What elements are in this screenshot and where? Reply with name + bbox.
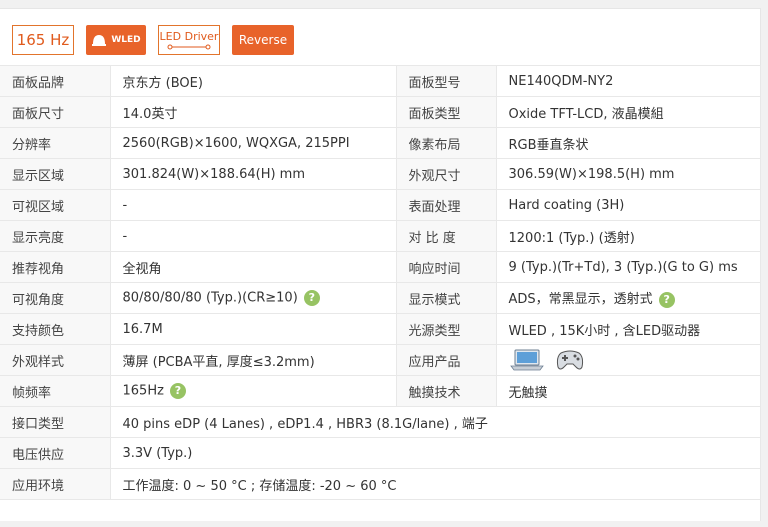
spec-key: 电压供应 xyxy=(0,437,111,469)
spec-value: ADS，常黑显示，透射式 xyxy=(508,292,653,308)
table-row: 面板品牌 京东方 (BOE) 面板型号 NE140QDM-NY2 xyxy=(0,65,761,97)
refresh-rate-badge: 165 Hz xyxy=(12,25,74,55)
spec-key: 光源类型 xyxy=(396,313,497,345)
table-row: 显示亮度 - 对 比 度 1200:1 (Typ.) (透射) xyxy=(0,220,761,252)
reverse-badge: Reverse xyxy=(232,25,294,55)
spec-key: 面板型号 xyxy=(396,65,497,97)
led-driver-badge-label: LED Driver xyxy=(159,30,219,43)
spec-value: 301.824(W)×188.64(H) mm xyxy=(110,158,397,190)
spec-value: 薄屏 (PCBA平直, 厚度≤3.2mm) xyxy=(110,344,397,376)
spec-value: 9 (Typ.)(Tr+Td), 3 (Typ.)(G to G) ms xyxy=(496,251,761,283)
spec-value: 40 pins eDP (4 Lanes) , eDP1.4 , HBR3 (8… xyxy=(110,406,761,438)
spec-key: 帧频率 xyxy=(0,375,111,407)
driver-line-icon xyxy=(167,44,211,50)
spec-value-cell: 165Hz? xyxy=(110,375,397,407)
reverse-badge-label: Reverse xyxy=(238,33,288,47)
gamepad-icon[interactable] xyxy=(555,347,585,373)
spec-key: 表面处理 xyxy=(396,189,497,221)
spec-value: 全视角 xyxy=(110,251,397,283)
table-row: 可视区域 - 表面处理 Hard coating (3H) xyxy=(0,189,761,221)
spec-key: 应用产品 xyxy=(396,344,497,376)
help-icon[interactable]: ? xyxy=(303,290,320,306)
spec-value: NE140QDM-NY2 xyxy=(496,65,761,97)
help-icon[interactable]: ? xyxy=(658,291,675,308)
spec-value: RGB垂直条状 xyxy=(496,127,761,159)
spec-key: 接口类型 xyxy=(0,406,111,438)
spec-value-cell: 80/80/80/80 (Typ.)(CR≥10)? xyxy=(110,282,397,314)
laptop-icon[interactable] xyxy=(509,348,545,372)
feature-badges: 165 Hz WLED LED Driver Reverse xyxy=(12,23,306,57)
spec-key: 可视区域 xyxy=(0,189,111,221)
spec-value: WLED , 15K小时 , 含LED驱动器 xyxy=(496,313,761,345)
table-row: 电压供应 3.3V (Typ.) xyxy=(0,437,761,469)
spec-key: 应用环境 xyxy=(0,468,111,500)
spec-key: 对 比 度 xyxy=(396,220,497,252)
table-row: 显示区域 301.824(W)×188.64(H) mm 外观尺寸 306.59… xyxy=(0,158,761,190)
spec-value: 80/80/80/80 (Typ.)(CR≥10) xyxy=(122,290,298,306)
table-row: 面板尺寸 14.0英寸 面板类型 Oxide TFT-LCD, 液晶模組 xyxy=(0,96,761,128)
spec-key: 触摸技术 xyxy=(396,375,497,407)
help-icon[interactable]: ? xyxy=(169,383,186,399)
spec-value: 306.59(W)×198.5(H) mm xyxy=(496,158,761,190)
table-row: 外观样式 薄屏 (PCBA平直, 厚度≤3.2mm) 应用产品 xyxy=(0,344,761,376)
spec-key: 响应时间 xyxy=(396,251,497,283)
spec-value: - xyxy=(110,189,397,221)
spec-panel: 165 Hz WLED LED Driver Reverse 面板品牌 京东方 … xyxy=(0,8,761,521)
spec-value: 14.0英寸 xyxy=(110,96,397,128)
spec-key: 显示亮度 xyxy=(0,220,111,252)
spec-key: 显示模式 xyxy=(396,282,497,314)
spec-key: 像素布局 xyxy=(396,127,497,159)
spec-key: 推荐视角 xyxy=(0,251,111,283)
bulb-icon xyxy=(92,35,107,46)
spec-value: 工作温度: 0 ~ 50 °C ; 存储温度: -20 ~ 60 °C xyxy=(110,468,761,500)
refresh-rate-badge-label: 165 Hz xyxy=(16,31,70,49)
table-row: 可视角度 80/80/80/80 (Typ.)(CR≥10)? 显示模式 ADS… xyxy=(0,282,761,314)
spec-value: Hard coating (3H) xyxy=(496,189,761,221)
spec-value: 京东方 (BOE) xyxy=(110,65,397,97)
table-row: 推荐视角 全视角 响应时间 9 (Typ.)(Tr+Td), 3 (Typ.)(… xyxy=(0,251,761,283)
spec-key: 面板品牌 xyxy=(0,65,111,97)
spec-value: 16.7M xyxy=(110,313,397,345)
spec-key: 面板类型 xyxy=(396,96,497,128)
spec-value: 165Hz xyxy=(122,383,164,399)
spec-value: 无触摸 xyxy=(496,375,761,407)
spec-key: 分辨率 xyxy=(0,127,111,159)
spec-value: 1200:1 (Typ.) (透射) xyxy=(496,220,761,252)
spec-value-cell: ADS，常黑显示，透射式? xyxy=(496,282,761,314)
spec-value: Oxide TFT-LCD, 液晶模組 xyxy=(496,96,761,128)
table-row: 支持颜色 16.7M 光源类型 WLED , 15K小时 , 含LED驱动器 xyxy=(0,313,761,345)
table-row: 帧频率 165Hz? 触摸技术 无触摸 xyxy=(0,375,761,407)
table-row: 应用环境 工作温度: 0 ~ 50 °C ; 存储温度: -20 ~ 60 °C xyxy=(0,468,761,500)
table-row: 接口类型 40 pins eDP (4 Lanes) , eDP1.4 , HB… xyxy=(0,406,761,438)
spec-key: 面板尺寸 xyxy=(0,96,111,128)
spec-value: - xyxy=(110,220,397,252)
application-icons xyxy=(496,344,761,376)
spec-value: 3.3V (Typ.) xyxy=(110,437,761,469)
table-row: 分辨率 2560(RGB)×1600, WQXGA, 215PPI 像素布局 R… xyxy=(0,127,761,159)
led-driver-badge: LED Driver xyxy=(158,25,220,55)
spec-key: 显示区域 xyxy=(0,158,111,190)
spec-key: 可视角度 xyxy=(0,282,111,314)
spec-table: 面板品牌 京东方 (BOE) 面板型号 NE140QDM-NY2 面板尺寸 14… xyxy=(0,65,761,500)
wled-badge-label: WLED xyxy=(111,35,141,45)
wled-badge: WLED xyxy=(86,25,146,55)
spec-key: 支持颜色 xyxy=(0,313,111,345)
spec-key: 外观样式 xyxy=(0,344,111,376)
spec-value: 2560(RGB)×1600, WQXGA, 215PPI xyxy=(110,127,397,159)
spec-key: 外观尺寸 xyxy=(396,158,497,190)
